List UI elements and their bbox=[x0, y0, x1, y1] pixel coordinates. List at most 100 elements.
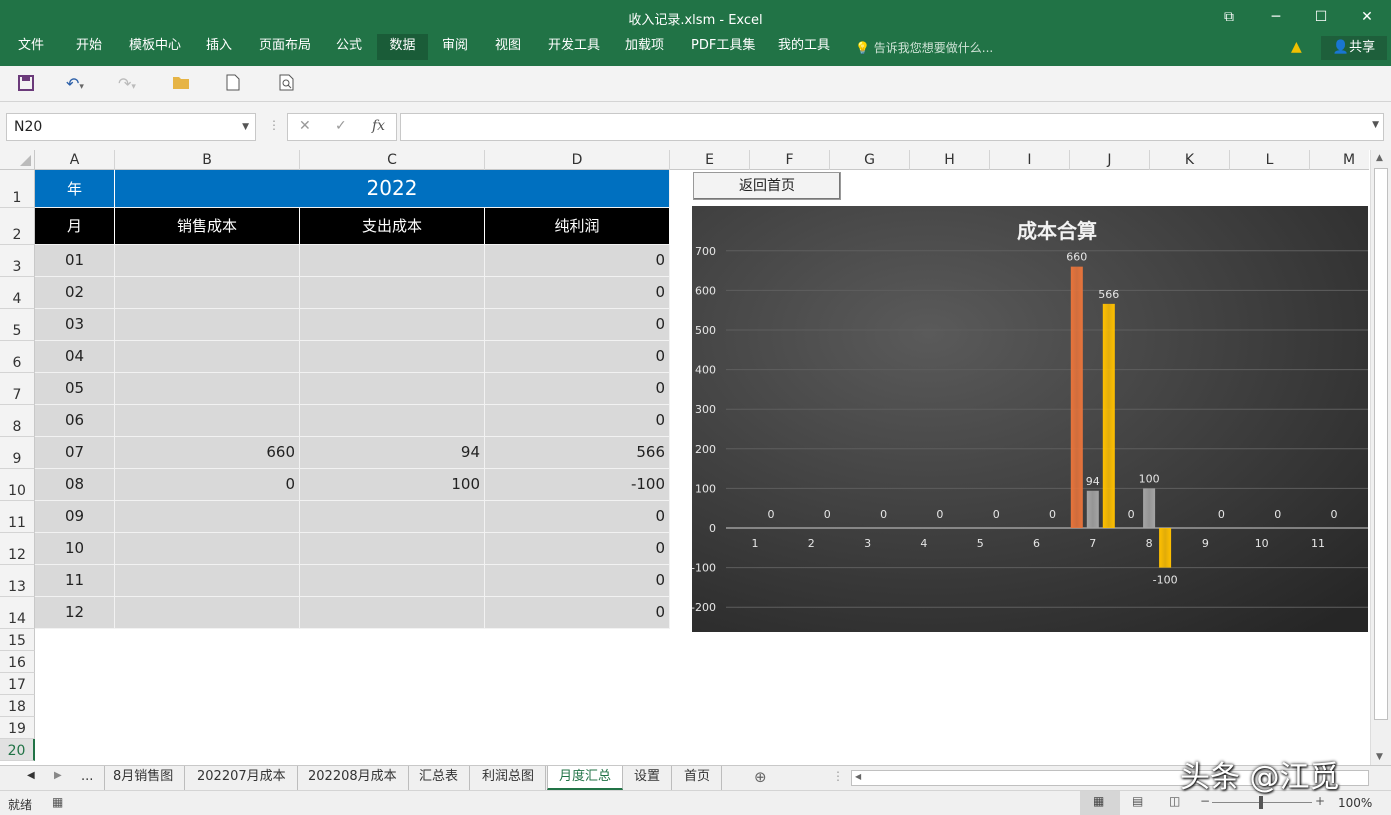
row-header[interactable]: 12 bbox=[0, 533, 35, 565]
row-header[interactable]: 11 bbox=[0, 501, 35, 533]
column-header[interactable]: G bbox=[830, 150, 910, 170]
expense-cell[interactable] bbox=[300, 565, 485, 597]
month-cell[interactable]: 12 bbox=[35, 597, 115, 629]
tab-my-tools[interactable]: 我的工具 bbox=[770, 34, 838, 60]
chevron-down-icon[interactable]: ▼ bbox=[242, 114, 249, 140]
page-break-view-icon[interactable]: ◫ bbox=[1169, 794, 1180, 808]
profit-cell[interactable]: 0 bbox=[485, 341, 670, 373]
column-header[interactable]: E bbox=[670, 150, 750, 170]
scroll-down-icon[interactable]: ▼ bbox=[1376, 752, 1383, 762]
sales-cell[interactable] bbox=[115, 245, 300, 277]
redo-icon[interactable]: ↷▾ bbox=[118, 74, 136, 97]
month-header[interactable]: 月 bbox=[35, 208, 115, 245]
sheet-tab[interactable]: 设置 bbox=[623, 766, 673, 790]
year-cell[interactable]: 2022 bbox=[115, 170, 670, 208]
tab-home[interactable]: 开始 bbox=[68, 34, 110, 60]
row-header[interactable]: 18 bbox=[0, 695, 35, 717]
tab-data[interactable]: 数据 bbox=[377, 34, 428, 60]
new-file-icon[interactable] bbox=[226, 74, 240, 96]
tab-add-ins[interactable]: 加载项 bbox=[617, 34, 672, 60]
row-header[interactable]: 7 bbox=[0, 373, 35, 405]
column-header[interactable]: K bbox=[1150, 150, 1230, 170]
month-cell[interactable]: 10 bbox=[35, 533, 115, 565]
row-header[interactable]: 13 bbox=[0, 565, 35, 597]
row-header[interactable]: 19 bbox=[0, 717, 35, 739]
sales-cell[interactable] bbox=[115, 309, 300, 341]
sales-cost-header[interactable]: 销售成本 bbox=[115, 208, 300, 245]
name-box[interactable]: N20 ▼ bbox=[6, 113, 256, 141]
row-header[interactable]: 1 bbox=[0, 170, 35, 208]
row-header[interactable]: 5 bbox=[0, 309, 35, 341]
warning-icon[interactable]: ▲ bbox=[1291, 39, 1302, 55]
expense-cell[interactable] bbox=[300, 341, 485, 373]
column-header[interactable]: F bbox=[750, 150, 830, 170]
add-sheet-icon[interactable]: ⊕ bbox=[754, 768, 767, 786]
tab-template-center[interactable]: 模板中心 bbox=[121, 34, 189, 60]
scroll-tabs-right-icon[interactable]: ▶ bbox=[54, 770, 62, 781]
expense-cell[interactable] bbox=[300, 501, 485, 533]
save-icon[interactable] bbox=[17, 74, 35, 97]
insert-function-icon[interactable]: fx bbox=[372, 118, 385, 134]
sheet-tab[interactable]: 202207月成本 bbox=[186, 766, 298, 790]
row-header[interactable]: 15 bbox=[0, 629, 35, 651]
month-cell[interactable]: 07 bbox=[35, 437, 115, 469]
zoom-in-icon[interactable]: + bbox=[1315, 794, 1325, 808]
scroll-thumb[interactable] bbox=[1374, 168, 1388, 720]
month-cell[interactable]: 11 bbox=[35, 565, 115, 597]
tab-insert[interactable]: 插入 bbox=[198, 34, 240, 60]
tab-developer[interactable]: 开发工具 bbox=[540, 34, 608, 60]
month-cell[interactable]: 01 bbox=[35, 245, 115, 277]
minimize-button[interactable]: ─ bbox=[1261, 6, 1291, 28]
scroll-up-icon[interactable]: ▲ bbox=[1376, 153, 1383, 163]
undo-icon[interactable]: ↶▾ bbox=[66, 74, 84, 97]
maximize-button[interactable]: ☐ bbox=[1306, 6, 1336, 28]
profit-cell[interactable]: 0 bbox=[485, 501, 670, 533]
month-cell[interactable]: 04 bbox=[35, 341, 115, 373]
sales-cell[interactable] bbox=[115, 341, 300, 373]
open-folder-icon[interactable] bbox=[172, 74, 190, 95]
sheet-tab[interactable]: 首页 bbox=[673, 766, 723, 790]
sales-cell[interactable] bbox=[115, 565, 300, 597]
column-header[interactable]: A bbox=[35, 150, 115, 170]
tab-page-layout[interactable]: 页面布局 bbox=[251, 34, 319, 60]
month-cell[interactable]: 03 bbox=[35, 309, 115, 341]
expense-cell[interactable] bbox=[300, 277, 485, 309]
row-header[interactable]: 4 bbox=[0, 277, 35, 309]
sheet-tab[interactable]: 8月销售图 bbox=[102, 766, 186, 790]
enter-check-icon[interactable]: ✓ bbox=[335, 118, 347, 134]
tab-file[interactable]: 文件 bbox=[10, 34, 52, 60]
tab-view[interactable]: 视图 bbox=[487, 34, 529, 60]
profit-cell[interactable]: 0 bbox=[485, 597, 670, 629]
expense-cell[interactable] bbox=[300, 309, 485, 341]
sheet-tab[interactable]: 汇总表 bbox=[408, 766, 471, 790]
expand-formula-icon[interactable]: ▼ bbox=[1372, 120, 1379, 130]
profit-cell[interactable]: 0 bbox=[485, 373, 670, 405]
expense-cell[interactable] bbox=[300, 373, 485, 405]
expense-cell[interactable] bbox=[300, 245, 485, 277]
sales-cell[interactable]: 660 bbox=[115, 437, 300, 469]
sales-cell[interactable] bbox=[115, 501, 300, 533]
profit-cell[interactable]: 0 bbox=[485, 405, 670, 437]
sheet-tab[interactable]: 利润总图 bbox=[471, 766, 547, 790]
close-button[interactable]: ✕ bbox=[1352, 6, 1382, 28]
row-header[interactable]: 2 bbox=[0, 208, 35, 245]
vertical-scrollbar[interactable]: ▲ ▼ bbox=[1370, 150, 1391, 765]
sales-cell[interactable] bbox=[115, 597, 300, 629]
row-header-selected[interactable]: 20 bbox=[0, 739, 35, 761]
month-cell[interactable]: 08 bbox=[35, 469, 115, 501]
profit-cell[interactable]: 0 bbox=[485, 309, 670, 341]
row-header[interactable]: 10 bbox=[0, 469, 35, 501]
sales-cell[interactable] bbox=[115, 277, 300, 309]
year-label-cell[interactable]: 年 bbox=[35, 170, 115, 208]
normal-view-button[interactable]: ▦ bbox=[1080, 791, 1120, 815]
page-layout-view-icon[interactable]: ▤ bbox=[1132, 794, 1143, 808]
column-header[interactable]: B bbox=[115, 150, 300, 170]
sheet-tab-more[interactable]: ... bbox=[70, 766, 106, 790]
sheet-tab-active[interactable]: 月度汇总 bbox=[547, 766, 624, 790]
column-header[interactable]: L bbox=[1230, 150, 1310, 170]
column-header[interactable]: D bbox=[485, 150, 670, 170]
tab-pdf-tools[interactable]: PDF工具集 bbox=[683, 34, 763, 60]
profit-cell[interactable]: -100 bbox=[485, 469, 670, 501]
expense-cell[interactable] bbox=[300, 533, 485, 565]
sales-cell[interactable] bbox=[115, 405, 300, 437]
